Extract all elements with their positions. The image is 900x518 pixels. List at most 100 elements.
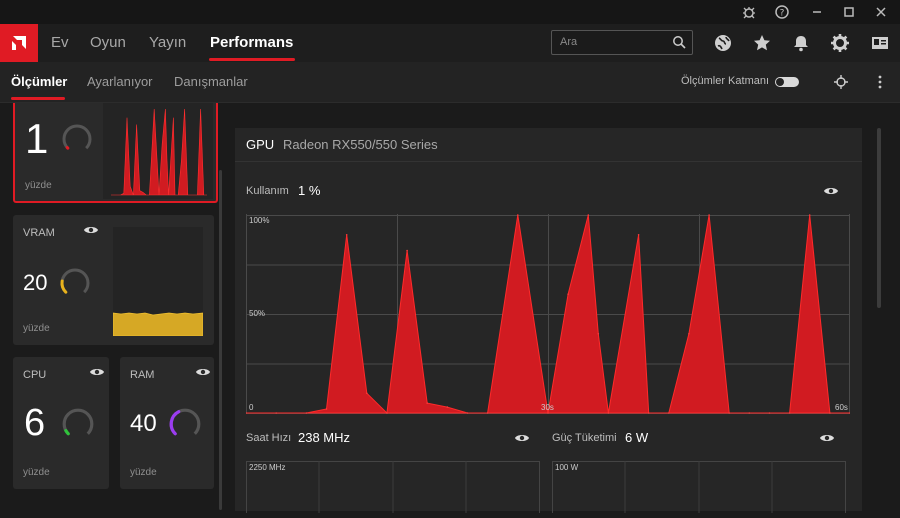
tab-performance[interactable]: Performans — [210, 34, 293, 51]
gpu-metric-tile[interactable]: 1 yüzde — [13, 103, 218, 203]
vram-label: VRAM — [23, 227, 55, 239]
close-icon[interactable] — [872, 3, 890, 21]
clock-speed-label: Saat Hızı — [246, 432, 292, 444]
gpu-usage-point — [275, 412, 277, 414]
gpu-usage-point — [748, 412, 751, 414]
cpu-metric-tile[interactable]: CPU 6 yüzde — [13, 357, 109, 489]
gpu-usage-chart: 100% 50% 0 30s 60s — [245, 214, 851, 415]
clock-speed-value: 238 MHz — [298, 430, 351, 445]
cpu-usage-unit: yüzde — [23, 467, 50, 478]
metric-tiles-panel: 1 yüzde VRAM 20 yüzde CPU 6 yüzde RAM 40… — [0, 103, 232, 511]
clock-max-label: 2250 MHz — [249, 463, 286, 472]
gpu-panel-title: GPU — [246, 137, 275, 152]
gpu-usage-chart-svg — [245, 214, 851, 415]
tab-tuning[interactable]: Ayarlanıyor — [87, 74, 153, 89]
gpu-mini-graph — [103, 103, 213, 199]
main-scrollbar[interactable] — [877, 128, 881, 308]
gpu-usage-gauge — [62, 124, 92, 150]
x-tick-label-60s: 60s — [835, 403, 848, 412]
metrics-overlay-toggle[interactable] — [775, 77, 799, 87]
ram-usage-gauge — [169, 408, 201, 436]
gpu-usage-point — [607, 412, 610, 414]
svg-text:?: ? — [780, 9, 785, 19]
tab-advisors[interactable]: Danışmanlar — [174, 74, 248, 89]
vram-metric-tile[interactable]: VRAM 20 yüzde — [13, 215, 214, 345]
globe-icon[interactable] — [713, 33, 733, 53]
gpu-usage-point — [517, 214, 519, 216]
power-label: Güç Tüketimi — [552, 432, 617, 444]
gpu-usage-point — [688, 333, 690, 335]
ram-visibility-eye-icon[interactable] — [195, 366, 211, 378]
usage-value: 1 % — [298, 183, 321, 198]
help-icon[interactable]: ? — [773, 3, 791, 21]
top-navigation: Ev Oyun Yayın Performans — [0, 24, 900, 62]
search-icon[interactable] — [672, 35, 686, 49]
ram-usage-unit: yüzde — [130, 467, 157, 478]
favorites-star-icon[interactable] — [752, 33, 772, 53]
vram-usage-unit: yüzde — [23, 323, 50, 334]
y-tick-label-100: 100% — [249, 216, 270, 225]
y-tick-label-50: 50% — [249, 309, 266, 318]
gpu-usage-point — [587, 214, 590, 216]
active-subtab-indicator — [11, 97, 65, 100]
usage-label: Kullanım — [246, 185, 289, 197]
cpu-usage-value: 6 — [24, 402, 46, 444]
cpu-usage-gauge — [62, 408, 94, 436]
ram-label: RAM — [130, 369, 155, 381]
gpu-usage-point — [325, 408, 328, 410]
clock-visibility-eye-icon[interactable] — [514, 432, 530, 444]
gpu-device-name: Radeon RX550/550 Series — [283, 137, 438, 152]
usage-visibility-eye-icon[interactable] — [823, 185, 839, 197]
gpu-usage-unit: yüzde — [25, 180, 52, 191]
gpu-usage-point — [728, 412, 730, 414]
settings-gear-icon[interactable] — [830, 33, 850, 53]
ram-usage-value: 40 — [130, 410, 157, 437]
vram-usage-gauge — [60, 268, 90, 294]
ram-metric-tile[interactable]: RAM 40 yüzde — [120, 357, 214, 489]
gpu-usage-point — [567, 293, 569, 295]
bug-report-icon[interactable] — [740, 3, 758, 21]
gpu-usage-point — [768, 412, 771, 414]
gpu-usage-point — [788, 412, 791, 414]
tiles-scrollbar[interactable] — [219, 170, 222, 510]
account-card-icon[interactable] — [870, 33, 890, 53]
gpu-usage-point — [808, 214, 811, 216]
notifications-bell-icon[interactable] — [791, 33, 811, 53]
vram-visibility-eye-icon[interactable] — [83, 224, 99, 236]
gpu-usage-point — [637, 234, 640, 236]
gpu-usage-point — [366, 392, 368, 394]
maximize-icon[interactable] — [840, 3, 858, 21]
gpu-usage-point — [386, 412, 388, 414]
power-chart: 100 W — [552, 461, 846, 518]
tab-streaming[interactable]: Yayın — [149, 34, 186, 51]
cpu-label: CPU — [23, 369, 47, 381]
vram-mini-graph — [112, 227, 204, 337]
more-options-icon[interactable] — [872, 73, 888, 91]
power-visibility-eye-icon[interactable] — [819, 432, 835, 444]
cpu-visibility-eye-icon[interactable] — [89, 366, 105, 378]
tab-metrics[interactable]: Ölçümler — [11, 74, 67, 89]
power-value: 6 W — [625, 430, 649, 445]
gpu-usage-point — [446, 406, 449, 408]
power-max-label: 100 W — [555, 463, 579, 472]
panel-divider — [235, 161, 862, 162]
minimize-icon[interactable] — [808, 3, 826, 21]
amd-logo[interactable] — [0, 24, 38, 62]
tab-gaming[interactable]: Oyun — [90, 34, 126, 51]
sub-navigation: Ölçümler Ayarlanıyor Danışmanlar Ölçümle… — [0, 62, 900, 103]
gpu-usage-point — [486, 412, 489, 414]
search-input[interactable] — [560, 34, 660, 50]
gpu-usage-point — [406, 249, 408, 252]
title-bar: ? — [0, 0, 900, 24]
gpu-detail-panel: GPU Radeon RX550/550 Series Kullanım 1 %… — [235, 128, 862, 518]
gpu-usage-point — [345, 234, 348, 236]
gpu-usage-point — [597, 333, 600, 335]
vram-usage-value: 20 — [23, 270, 48, 295]
x-tick-label-30s: 30s — [541, 403, 554, 412]
search-box[interactable] — [551, 30, 693, 55]
tab-home[interactable]: Ev — [51, 34, 69, 51]
gpu-usage-point — [426, 402, 428, 404]
active-tab-indicator — [209, 58, 295, 61]
crosshair-icon[interactable] — [832, 73, 850, 91]
metrics-overlay-label: Ölçümler Katmanı — [681, 75, 770, 87]
